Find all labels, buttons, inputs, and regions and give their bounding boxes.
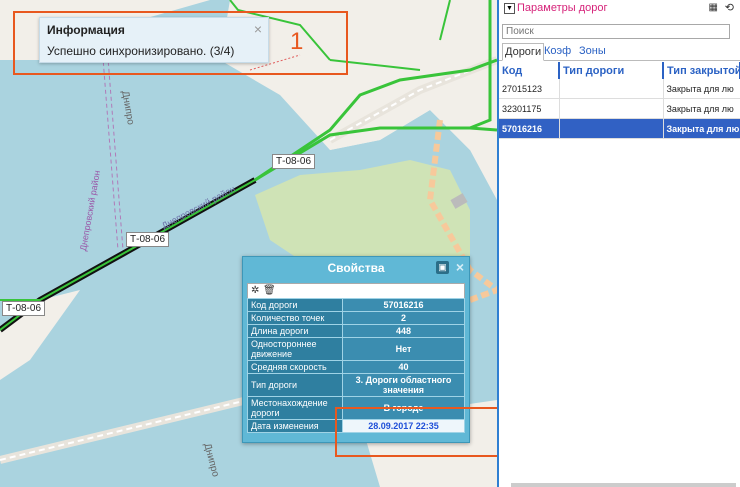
prop-value[interactable]: 2 (342, 311, 465, 325)
panel-header: ▼ Параметры дорог ▦ ⟲ (499, 0, 740, 17)
column-header[interactable]: Код (499, 62, 560, 79)
trash-icon[interactable]: 🗑 (263, 284, 276, 298)
table-row[interactable]: 32301175 Закрыта для лю (499, 98, 740, 119)
prop-value[interactable]: Нет (342, 337, 465, 361)
close-icon[interactable]: × (456, 259, 464, 275)
tab-bar: Дороги Коэф Зоны (499, 43, 740, 61)
prop-key: Количество точек (247, 311, 343, 325)
table-row: Тип дороги 3. Дороги областного значения (247, 373, 465, 397)
column-header[interactable]: Тип закрытой (663, 62, 740, 79)
prop-key: Одностороннее движение (247, 337, 343, 361)
dialog-header[interactable]: Свойства ▣ × (243, 257, 469, 279)
cell-type (559, 118, 664, 139)
roads-table: Код Тип дороги Тип закрытой 27015123 Зак… (499, 62, 740, 139)
tab-coef[interactable]: Коэф (544, 45, 571, 57)
cell-closed: Закрыта для лю (663, 118, 740, 139)
prop-key: Код дороги (247, 298, 343, 312)
grid-icon[interactable]: ▦ (709, 2, 718, 13)
settings-icon[interactable]: ✲ (251, 284, 259, 298)
prop-key: Длина дороги (247, 324, 343, 338)
cell-type (559, 98, 664, 119)
chevron-down-icon[interactable]: ▼ (504, 3, 515, 14)
table-row: Длина дороги 448 (247, 324, 465, 338)
prop-key: Средняя скорость (247, 360, 343, 374)
table-row: Одностороннее движение Нет (247, 337, 465, 361)
road-label: Т-08-06 (272, 154, 316, 169)
road-label: Т-08-06 (126, 232, 170, 247)
table-row: Средняя скорость 40 (247, 360, 465, 374)
prop-value[interactable]: 448 (342, 324, 465, 338)
table-row: Количество точек 2 (247, 311, 465, 325)
cell-code: 27015123 (499, 79, 560, 99)
road-label: Т-08-06 (2, 301, 46, 316)
tab-zones[interactable]: Зоны (579, 45, 606, 57)
prop-key: Тип дороги (247, 373, 343, 397)
panel-title: Параметры дорог (517, 2, 608, 14)
prop-key: Дата изменения (247, 419, 343, 433)
search-input[interactable] (502, 24, 730, 39)
prop-value[interactable]: 3. Дороги областного значения (342, 373, 465, 397)
column-header[interactable]: Тип дороги (559, 62, 664, 79)
prop-value[interactable]: 40 (342, 360, 465, 374)
lock-icon[interactable]: ▣ (436, 261, 449, 274)
cell-closed: Закрыта для лю (663, 79, 740, 99)
cell-closed: Закрыта для лю (663, 98, 740, 119)
dialog-toolbar: ✲ 🗑 (247, 283, 465, 299)
road-params-panel: ▼ Параметры дорог ▦ ⟲ Дороги Коэф Зоны К… (497, 0, 740, 487)
prop-key: Местонахождение дороги (247, 396, 343, 420)
cell-code: 57016216 (499, 118, 560, 139)
table-row-selected[interactable]: 57016216 Закрыта для лю (499, 118, 740, 139)
annotation-number: 1 (290, 28, 304, 55)
horizontal-scrollbar[interactable] (511, 483, 736, 487)
table-row: Код дороги 57016216 (247, 298, 465, 312)
table-row[interactable]: 27015123 Закрыта для лю (499, 79, 740, 99)
tab-roads[interactable]: Дороги (502, 43, 545, 61)
undo-icon[interactable]: ⟲ (725, 1, 734, 14)
cell-type (559, 79, 664, 99)
cell-code: 32301175 (499, 98, 560, 119)
prop-value[interactable]: 57016216 (342, 298, 465, 312)
